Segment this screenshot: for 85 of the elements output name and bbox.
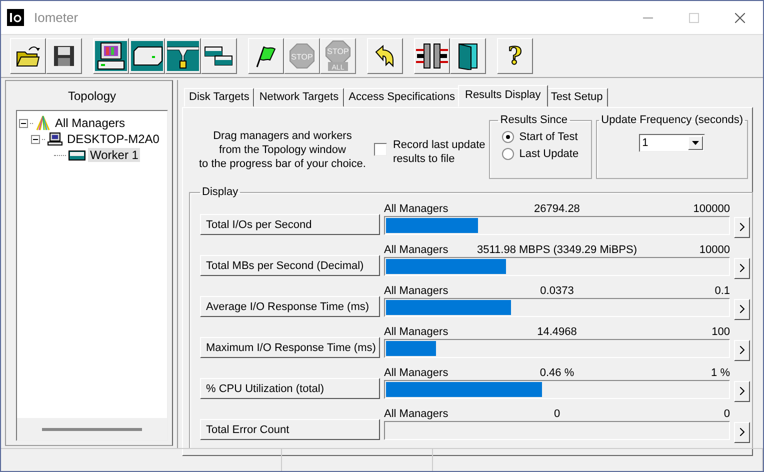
stop-label: STOP	[291, 52, 313, 62]
max-label: 100000	[692, 202, 730, 216]
tree-item[interactable]: All Managers	[53, 116, 128, 130]
record-label: Record last update results to file	[392, 138, 486, 166]
source-label: All Managers	[384, 243, 450, 257]
open-toolbar-button[interactable]	[10, 38, 46, 74]
folder-icon	[15, 44, 41, 68]
max-label: 0	[722, 407, 730, 421]
start-toolbar-button[interactable]	[248, 38, 284, 74]
source-label: All Managers	[384, 325, 450, 339]
tab[interactable]: Test Setup	[546, 88, 608, 107]
source-label: All Managers	[384, 284, 450, 298]
tree-item[interactable]: Worker 1	[88, 148, 140, 162]
instructions-text: Drag managers and workers from the Topology window to the progress bar of your choice.	[199, 129, 366, 171]
disk-worker-toolbar-button[interactable]	[129, 38, 165, 74]
network-worker-toolbar-button[interactable]	[165, 38, 201, 74]
group-title: Display	[201, 186, 240, 198]
source-label: All Managers	[384, 202, 450, 216]
manager-toolbar-button[interactable]	[93, 38, 129, 74]
tab[interactable]: Network Targets	[254, 88, 344, 107]
door-icon	[457, 42, 479, 70]
max-label: 10000	[698, 243, 730, 257]
copy-worker-toolbar-button[interactable]	[201, 38, 237, 74]
metric-button[interactable]: % CPU Utilization (total)	[200, 378, 380, 399]
source-label: All Managers	[384, 407, 450, 421]
group-title: Results Since	[499, 114, 569, 126]
metric-button[interactable]: Total I/Os per Second	[200, 214, 380, 235]
topology-title: Topology	[68, 88, 116, 105]
next-button[interactable]	[734, 381, 750, 402]
value-reading: 26794.28	[534, 202, 580, 216]
record-checkbox[interactable]	[374, 143, 387, 156]
radio-label: Last Update	[519, 148, 579, 160]
metric-button[interactable]: Total MBs per Second (Decimal)	[200, 255, 380, 276]
update-frequency-dropdown[interactable]: 1	[639, 134, 706, 152]
tab[interactable]: Disk Targets	[184, 88, 254, 107]
max-label: 100	[710, 325, 730, 339]
metric-button[interactable]: Maximum I/O Response Time (ms)	[200, 337, 380, 358]
stop-label: STOP	[327, 47, 349, 56]
chevron-right-icon	[740, 222, 744, 230]
chevron-right-icon	[740, 386, 744, 394]
question-mark-icon: ?	[508, 44, 522, 68]
value-reading: 0	[554, 407, 560, 421]
value-reading: 0.0373	[540, 284, 574, 298]
disk-drive-icon	[131, 41, 163, 71]
colored-lines-icon	[35, 115, 51, 131]
next-button[interactable]	[734, 340, 750, 361]
radio-label: Start of Test	[519, 130, 578, 142]
flag-icon	[254, 43, 278, 69]
metric-button[interactable]: Total Error Count	[200, 419, 380, 440]
next-button[interactable]	[734, 299, 750, 320]
computer-icon	[47, 132, 63, 146]
disk-drive-icon	[68, 149, 86, 161]
window-title: Iometer	[34, 10, 78, 25]
chevron-right-icon	[740, 264, 744, 272]
two-drives-icon	[204, 44, 234, 68]
chevron-right-icon	[740, 428, 744, 436]
collapse-icon[interactable]	[19, 118, 28, 128]
exit-toolbar-button[interactable]	[450, 38, 486, 74]
chevron-right-icon	[740, 304, 744, 312]
split-arrows-icon	[416, 42, 448, 70]
network-connector-icon	[167, 41, 199, 71]
group-title: Update Frequency (seconds)	[600, 114, 744, 126]
computer-icon	[95, 41, 127, 71]
reset-toolbar-button[interactable]	[367, 38, 403, 74]
value-reading: 3511.98 MBPS (3349.29 MiBPS)	[477, 243, 637, 257]
next-button[interactable]	[734, 217, 750, 238]
tree-item[interactable]: DESKTOP-M2A0	[65, 132, 162, 146]
value-reading: 14.4968	[537, 325, 577, 339]
max-label: 0.1	[714, 284, 730, 298]
radio-button[interactable]	[502, 130, 514, 142]
disconnect-toolbar-button[interactable]	[414, 38, 450, 74]
metric-button[interactable]: Average I/O Response Time (ms)	[200, 296, 380, 317]
next-button[interactable]	[734, 422, 750, 443]
chevron-right-icon	[740, 346, 744, 354]
tab[interactable]: Results Display	[458, 85, 548, 107]
dropdown-arrow-icon	[692, 141, 700, 145]
radio-button[interactable]	[502, 148, 514, 160]
save-toolbar-button[interactable]	[46, 38, 82, 74]
max-label: 1 %	[710, 366, 730, 380]
value-reading: 0.46 %	[540, 366, 574, 380]
source-label: All Managers	[384, 366, 450, 380]
app-logo-icon	[7, 9, 24, 26]
next-button[interactable]	[734, 258, 750, 279]
tab[interactable]: Access Specifications	[344, 88, 460, 107]
collapse-icon[interactable]	[31, 134, 40, 144]
